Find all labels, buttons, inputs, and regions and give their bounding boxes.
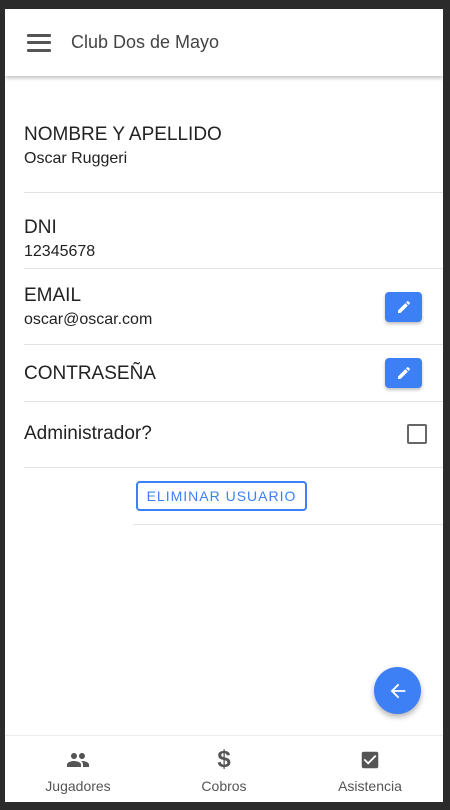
dni-field: DNI 12345678 bbox=[24, 193, 443, 269]
password-label: CONTRASEÑA bbox=[24, 363, 156, 384]
app-title: Club Dos de Mayo bbox=[71, 32, 220, 52]
name-field: NOMBRE Y APELLIDO Oscar Ruggeri bbox=[24, 76, 443, 193]
email-value: oscar@oscar.com bbox=[24, 311, 153, 328]
email-field: EMAIL oscar@oscar.com bbox=[24, 269, 443, 345]
name-label: NOMBRE Y APELLIDO bbox=[24, 124, 222, 145]
delete-user-button[interactable]: ELIMINAR USUARIO bbox=[136, 481, 307, 511]
check-box-icon bbox=[359, 748, 381, 772]
admin-checkbox[interactable] bbox=[407, 424, 427, 444]
delete-section: ELIMINAR USUARIO bbox=[5, 468, 443, 525]
email-label: EMAIL bbox=[24, 285, 82, 306]
arrow-back-icon bbox=[390, 683, 405, 698]
back-button[interactable] bbox=[374, 667, 421, 714]
dollar-icon: $ bbox=[217, 746, 231, 773]
admin-label: Administrador? bbox=[24, 423, 152, 444]
password-field: CONTRASEÑA bbox=[24, 345, 443, 402]
admin-field: Administrador? bbox=[24, 402, 443, 468]
nav-label-asistencia: Asistencia bbox=[338, 778, 402, 794]
nav-item-asistencia[interactable]: Asistencia bbox=[297, 736, 443, 802]
edit-password-button[interactable] bbox=[385, 358, 422, 388]
app-screen: Club Dos de Mayo NOMBRE Y APELLIDO Oscar… bbox=[5, 9, 443, 802]
menu-icon[interactable] bbox=[27, 33, 51, 52]
pencil-icon bbox=[397, 366, 410, 379]
bottom-navigation: Jugadores $ Cobros Asistencia bbox=[5, 735, 443, 802]
dni-label: DNI bbox=[24, 217, 57, 238]
nav-label-jugadores: Jugadores bbox=[45, 778, 111, 794]
divider bbox=[133, 524, 443, 525]
name-value: Oscar Ruggeri bbox=[24, 150, 128, 167]
user-details: NOMBRE Y APELLIDO Oscar Ruggeri DNI 1234… bbox=[5, 76, 443, 525]
nav-item-cobros[interactable]: $ Cobros bbox=[151, 736, 297, 802]
nav-label-cobros: Cobros bbox=[201, 778, 247, 794]
people-icon bbox=[66, 748, 90, 772]
nav-item-jugadores[interactable]: Jugadores bbox=[5, 736, 151, 802]
edit-email-button[interactable] bbox=[385, 292, 422, 322]
pencil-icon bbox=[397, 300, 410, 313]
app-bar: Club Dos de Mayo bbox=[5, 9, 443, 76]
dni-value: 12345678 bbox=[24, 243, 96, 260]
